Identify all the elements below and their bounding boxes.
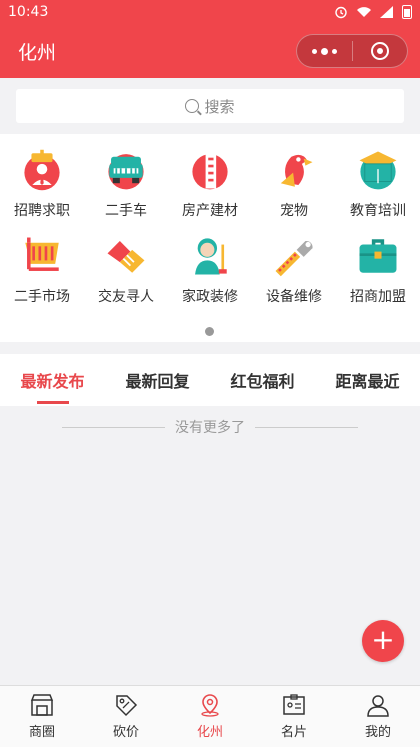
category-label: 招商加盟	[350, 289, 406, 305]
housekeeper-icon	[195, 238, 227, 275]
category-label: 二手市场	[14, 289, 70, 305]
signal-icon	[380, 6, 393, 18]
search-placeholder: 搜索	[204, 97, 235, 116]
tabbar-item-mine[interactable]: 我的	[336, 686, 420, 747]
category-label: 家政装修	[182, 289, 238, 305]
category-friends[interactable]: 交友寻人	[84, 220, 168, 306]
tabbar-label: 名片	[280, 725, 307, 740]
tabbar-label: 化州	[196, 725, 223, 740]
battery-icon	[402, 5, 412, 19]
car-icon	[108, 154, 144, 190]
alarm-icon	[335, 6, 347, 19]
tab-latest-posts[interactable]: 最新发布	[0, 354, 105, 406]
category-label: 宠物	[280, 203, 308, 219]
add-post-button[interactable]: +	[362, 620, 404, 662]
category-realestate[interactable]: 房产建材	[168, 134, 252, 220]
status-bar: 10:43	[0, 0, 420, 24]
wrench-icon	[275, 240, 313, 277]
category-label: 设备维修	[266, 289, 322, 305]
search-icon	[185, 99, 200, 113]
tabbar-item-card[interactable]: 名片	[252, 686, 336, 747]
tabbar-label: 我的	[364, 725, 391, 740]
tab-red-packets[interactable]: 红包福利	[210, 354, 315, 406]
category-franchise[interactable]: 招商加盟	[336, 220, 420, 306]
tab-bar: 最新发布 最新回复 红包福利 距离最近	[0, 354, 420, 406]
category-label: 招聘求职	[14, 203, 70, 219]
divider	[255, 426, 358, 428]
location-icon	[201, 694, 219, 717]
briefcase-icon	[359, 239, 397, 273]
status-time: 10:43	[8, 4, 49, 20]
tabbar-item-shop[interactable]: 商圈	[0, 686, 84, 747]
tabbar-item-bargain[interactable]: 砍价	[84, 686, 168, 747]
tab-latest-replies[interactable]: 最新回复	[105, 354, 210, 406]
category-label: 交友寻人	[98, 289, 154, 305]
category-car[interactable]: 二手车	[84, 134, 168, 220]
job-icon	[24, 149, 60, 191]
more-icon[interactable]	[297, 47, 352, 55]
category-job[interactable]: 招聘求职	[0, 134, 84, 220]
card-icon	[283, 694, 305, 715]
building-icon	[192, 153, 228, 190]
tag-icon	[116, 695, 138, 717]
close-miniprogram-icon[interactable]	[353, 42, 408, 60]
miniprogram-capsule	[296, 34, 408, 68]
category-education[interactable]: 教育培训	[336, 134, 420, 220]
category-housekeeping[interactable]: 家政装修	[168, 220, 252, 306]
page-title: 化州	[18, 41, 57, 64]
category-label: 二手车	[105, 203, 147, 219]
divider	[62, 426, 165, 428]
category-pet[interactable]: 宠物	[252, 134, 336, 220]
category-repair[interactable]: 设备维修	[252, 220, 336, 306]
empty-text: 没有更多了	[175, 420, 245, 436]
cart-icon	[25, 237, 59, 271]
category-secondhand[interactable]: 二手市场	[0, 220, 84, 306]
book-icon	[359, 151, 397, 190]
category-label: 教育培训	[350, 203, 406, 219]
shop-icon	[30, 694, 54, 716]
page-indicator-dot	[205, 327, 214, 336]
bottom-tab-bar: 商圈 砍价 化州 名片 我的	[0, 685, 420, 747]
parrot-icon	[280, 154, 313, 187]
category-grid: 招聘求职 二手车 房产建材 宠物 教育培训 二手市场 交友寻人 家政装修 设备维…	[0, 134, 420, 342]
handshake-icon	[107, 241, 145, 273]
category-label: 房产建材	[182, 203, 238, 219]
search-input[interactable]: 搜索	[16, 89, 404, 123]
tabbar-item-city[interactable]: 化州	[168, 686, 252, 747]
wifi-icon	[357, 7, 371, 17]
tabbar-label: 商圈	[28, 725, 55, 740]
user-icon	[367, 695, 389, 717]
tabbar-label: 砍价	[112, 725, 139, 740]
feed-end-indicator: 没有更多了	[62, 416, 358, 438]
nav-bar: 化州	[0, 24, 420, 78]
tab-nearest[interactable]: 距离最近	[315, 354, 420, 406]
